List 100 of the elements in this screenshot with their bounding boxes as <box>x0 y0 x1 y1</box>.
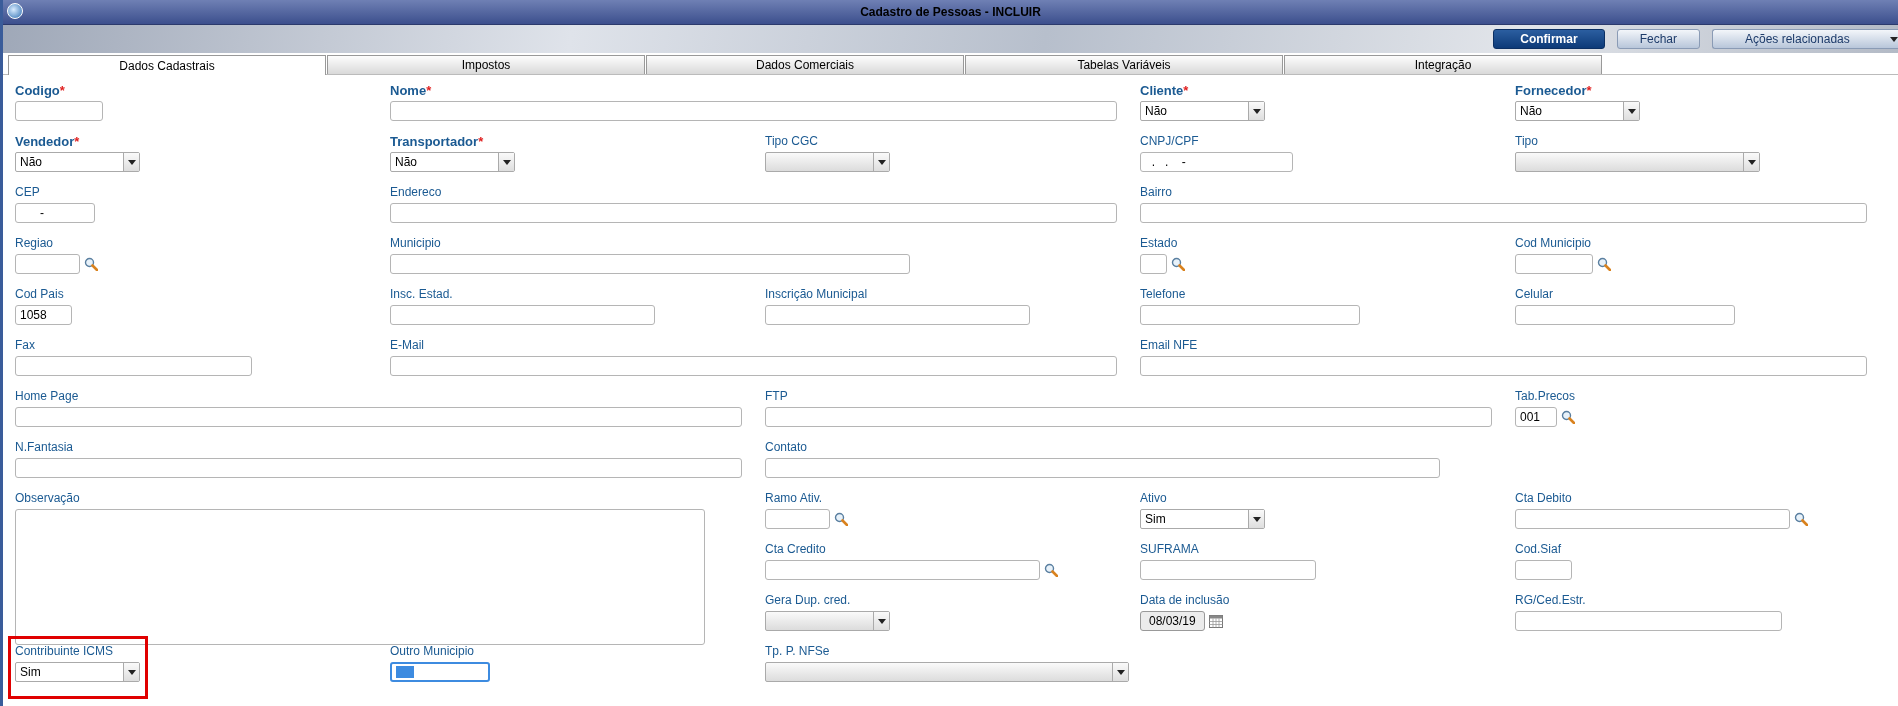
caret-icon <box>123 153 139 171</box>
tab[interactable]: Dados Cadastrais <box>8 55 326 75</box>
input-field[interactable] <box>390 101 1117 121</box>
field-label: FTP <box>765 389 788 403</box>
field-label: Regiao <box>15 236 54 250</box>
field-label: Fax <box>15 338 35 352</box>
actions-menu-button[interactable]: Ações relacionadas <box>1712 29 1898 49</box>
input-field[interactable] <box>1515 509 1790 529</box>
search-icon[interactable] <box>1794 512 1808 526</box>
input-field[interactable]: 1058 <box>15 305 72 325</box>
confirm-button[interactable]: Confirmar <box>1493 29 1605 49</box>
search-icon[interactable] <box>1597 257 1611 271</box>
required-mark: * <box>74 133 80 149</box>
required-mark: * <box>478 133 484 149</box>
field-label: Codigo <box>15 82 60 98</box>
text-area[interactable] <box>15 509 705 645</box>
window-title: Cadastro de Pessoas - INCLUIR <box>860 5 1041 19</box>
input-field[interactable] <box>15 407 742 427</box>
input-field[interactable] <box>765 509 830 529</box>
field-label: Nome <box>390 82 427 98</box>
field-label: Fornecedor <box>1515 82 1587 98</box>
input-field[interactable] <box>765 407 1492 427</box>
dropdown[interactable]: Não <box>1140 101 1265 121</box>
input-field[interactable] <box>765 305 1030 325</box>
input-field[interactable] <box>15 458 742 478</box>
field-label: Celular <box>1515 287 1553 301</box>
field-label: Cta Debito <box>1515 491 1572 505</box>
input-field[interactable] <box>1140 356 1867 376</box>
input-field[interactable] <box>1515 560 1572 580</box>
input-field[interactable] <box>1140 560 1316 580</box>
required-mark: * <box>59 82 65 98</box>
search-icon[interactable] <box>1044 563 1058 577</box>
caret-icon <box>873 612 889 630</box>
field-label: RG/Ced.Estr. <box>1515 593 1586 607</box>
search-icon[interactable] <box>1171 257 1185 271</box>
field-label: Cta Credito <box>765 542 826 556</box>
field-label: CEP <box>15 185 40 199</box>
input-field[interactable] <box>1140 254 1167 274</box>
field-label: Observação <box>15 491 80 505</box>
input-field[interactable] <box>15 254 80 274</box>
input-field[interactable]: 001 <box>1515 407 1557 427</box>
caret-icon <box>1623 102 1639 120</box>
field-label: Tab.Precos <box>1515 389 1576 403</box>
field-label: Tipo CGC <box>765 134 818 148</box>
dropdown[interactable]: Não <box>390 152 515 172</box>
input-field[interactable] <box>1140 203 1867 223</box>
field-label: Data de inclusão <box>1140 593 1230 607</box>
input-field[interactable] <box>1515 254 1593 274</box>
dropdown[interactable]: Sim <box>1140 509 1265 529</box>
input-field[interactable]: . . - <box>1140 152 1293 172</box>
field-label: Municipio <box>390 236 441 250</box>
search-icon[interactable] <box>1561 410 1575 424</box>
caret-icon <box>1248 510 1264 528</box>
input-field[interactable] <box>390 662 490 682</box>
calendar-icon[interactable] <box>1208 614 1223 628</box>
required-mark: * <box>426 82 432 98</box>
input-field[interactable] <box>1515 611 1782 631</box>
input-field[interactable] <box>15 356 252 376</box>
tab[interactable]: Integração <box>1284 55 1602 74</box>
search-icon[interactable] <box>84 257 98 271</box>
field-label: Cod.Siaf <box>1515 542 1562 556</box>
input-field[interactable] <box>1140 305 1360 325</box>
app-logo-icon <box>7 3 23 19</box>
required-mark: * <box>1586 82 1592 98</box>
field-label: N.Fantasia <box>15 440 74 454</box>
tab[interactable]: Dados Comerciais <box>646 55 964 74</box>
field-label: Ativo <box>1140 491 1167 505</box>
field-label: Outro Municipio <box>390 644 475 658</box>
tab[interactable]: Tabelas Variáveis <box>965 55 1283 74</box>
dropdown[interactable]: Não <box>15 152 140 172</box>
input-field[interactable]: - <box>15 203 95 223</box>
input-field[interactable] <box>390 203 1117 223</box>
caret-icon <box>1889 36 1898 42</box>
field-label: Contribuinte ICMS <box>15 644 114 658</box>
input-field[interactable] <box>765 458 1440 478</box>
field-label: Contato <box>765 440 808 454</box>
field-label: Estado <box>1140 236 1178 250</box>
input-field[interactable] <box>765 560 1040 580</box>
input-field[interactable] <box>1515 305 1735 325</box>
caret-icon <box>1248 102 1264 120</box>
input-field[interactable] <box>390 356 1117 376</box>
dropdown[interactable]: Não <box>1515 101 1640 121</box>
caret-icon <box>498 153 514 171</box>
search-icon[interactable] <box>834 512 848 526</box>
field-label: Cod Municipio <box>1515 236 1592 250</box>
tab[interactable]: Impostos <box>327 55 645 74</box>
field-label: CNPJ/CPF <box>1140 134 1199 148</box>
close-button[interactable]: Fechar <box>1616 29 1700 49</box>
caret-icon <box>873 153 889 171</box>
caret-icon <box>1743 153 1759 171</box>
field-label: Tp. P. NFSe <box>765 644 830 658</box>
dropdown[interactable]: Sim <box>15 662 140 682</box>
field-label: Home Page <box>15 389 79 403</box>
input-field[interactable] <box>390 305 655 325</box>
input-field[interactable] <box>390 254 910 274</box>
input-field[interactable] <box>15 101 103 121</box>
caret-icon <box>1112 663 1128 681</box>
field-label: Ramo Ativ. <box>765 491 823 505</box>
field-label: Cod Pais <box>15 287 64 301</box>
field-label: Insc. Estad. <box>390 287 453 301</box>
